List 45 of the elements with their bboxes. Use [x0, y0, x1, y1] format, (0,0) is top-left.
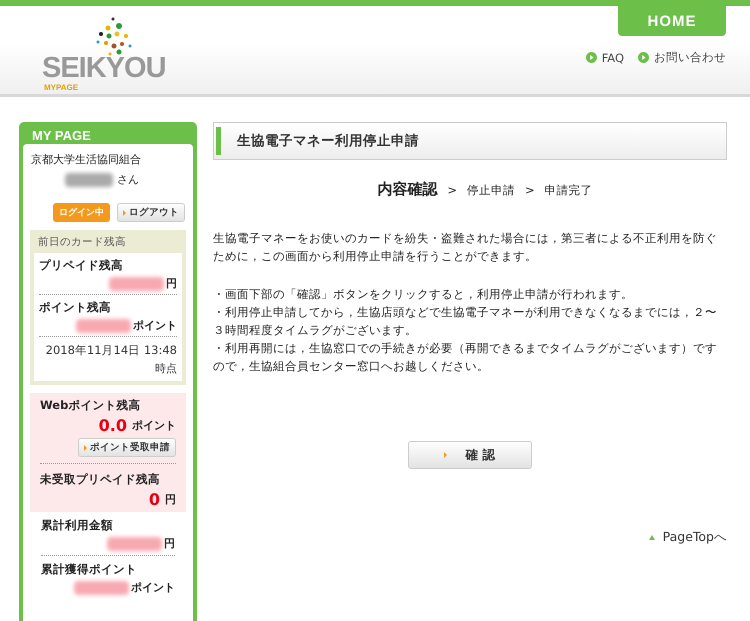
step-label: 停止申請: [467, 183, 515, 198]
step-separator: >: [525, 183, 535, 197]
header-link[interactable]: お問い合わせ: [654, 50, 726, 65]
accent-bar: [216, 127, 221, 155]
unit-text: ポイント: [132, 418, 176, 433]
panel-title: MY PAGE: [31, 127, 92, 144]
date-text: 2018年11月14日 13:48: [44, 343, 177, 358]
redacted-value: [76, 318, 131, 332]
step-label: 申請完了: [544, 183, 593, 198]
login-status-badge: ログイン中: [53, 203, 110, 222]
intro-paragraph: 生協電子マネーをお使いのカードを紛失・盗難された場合には，第三者による不正利用を防ぐために，この画面から利用停止申請を行うことができます。: [213, 230, 718, 265]
web-points-label: Webポイント残高: [40, 398, 142, 413]
unit-text: ポイント: [131, 580, 175, 595]
redacted-name: [65, 172, 113, 186]
redacted-value: [74, 580, 129, 594]
header-link[interactable]: FAQ: [602, 50, 624, 64]
balance-label: ポイント残高: [39, 300, 112, 315]
page-top-link[interactable]: PageTopへ: [662, 529, 727, 546]
unit-text: 円: [166, 276, 177, 291]
unit-text: ポイント: [133, 318, 177, 333]
unreceived-value: 0: [148, 490, 160, 509]
page-title: 生協電子マネー利用停止申請: [237, 132, 419, 150]
receive-points-button[interactable]: ポイント受取申請: [78, 438, 176, 457]
organization-name: 京都大学生活協同組合: [31, 152, 142, 167]
honorific-text: さん: [117, 172, 139, 187]
step-separator: >: [447, 183, 457, 197]
logo-subtitle: MYPAGE: [44, 83, 78, 92]
up-triangle-icon: [648, 535, 655, 540]
web-points-value: 0.0: [98, 416, 127, 435]
total-label: 累計利用金額: [41, 518, 114, 533]
redacted-value: [107, 536, 162, 550]
total-label: 累計獲得ポイント: [41, 562, 138, 577]
note-text: ・利用停止申請してから，生協店頭などで生協電子マネーが利用できなくなるまでには，２〜３時間程度タイムラグがございます。: [213, 304, 718, 339]
card-balance-title: 前日のカード残高: [37, 235, 127, 250]
balance-label: プリペイド残高: [39, 258, 124, 273]
step-label: 内容確認: [377, 180, 438, 199]
redacted-value: [109, 276, 164, 290]
note-text: ・画面下部の「確認」ボタンをクリックすると，利用停止申請が行われます。: [213, 286, 634, 303]
confirm-button[interactable]: 確 認: [408, 441, 532, 469]
logout-button[interactable]: ログアウト: [117, 203, 185, 222]
unit-text: 円: [165, 492, 176, 507]
unreceived-label: 未受取プリペイド残高: [40, 472, 161, 487]
time-point-text: 時点: [154, 361, 177, 376]
note-text: ・利用再開には，生協窓口での手続きが必要（再開できるまでタイムラグがございます）ですので，生協組合員センター窓口へお越しください。: [213, 340, 718, 375]
unit-text: 円: [164, 536, 175, 551]
